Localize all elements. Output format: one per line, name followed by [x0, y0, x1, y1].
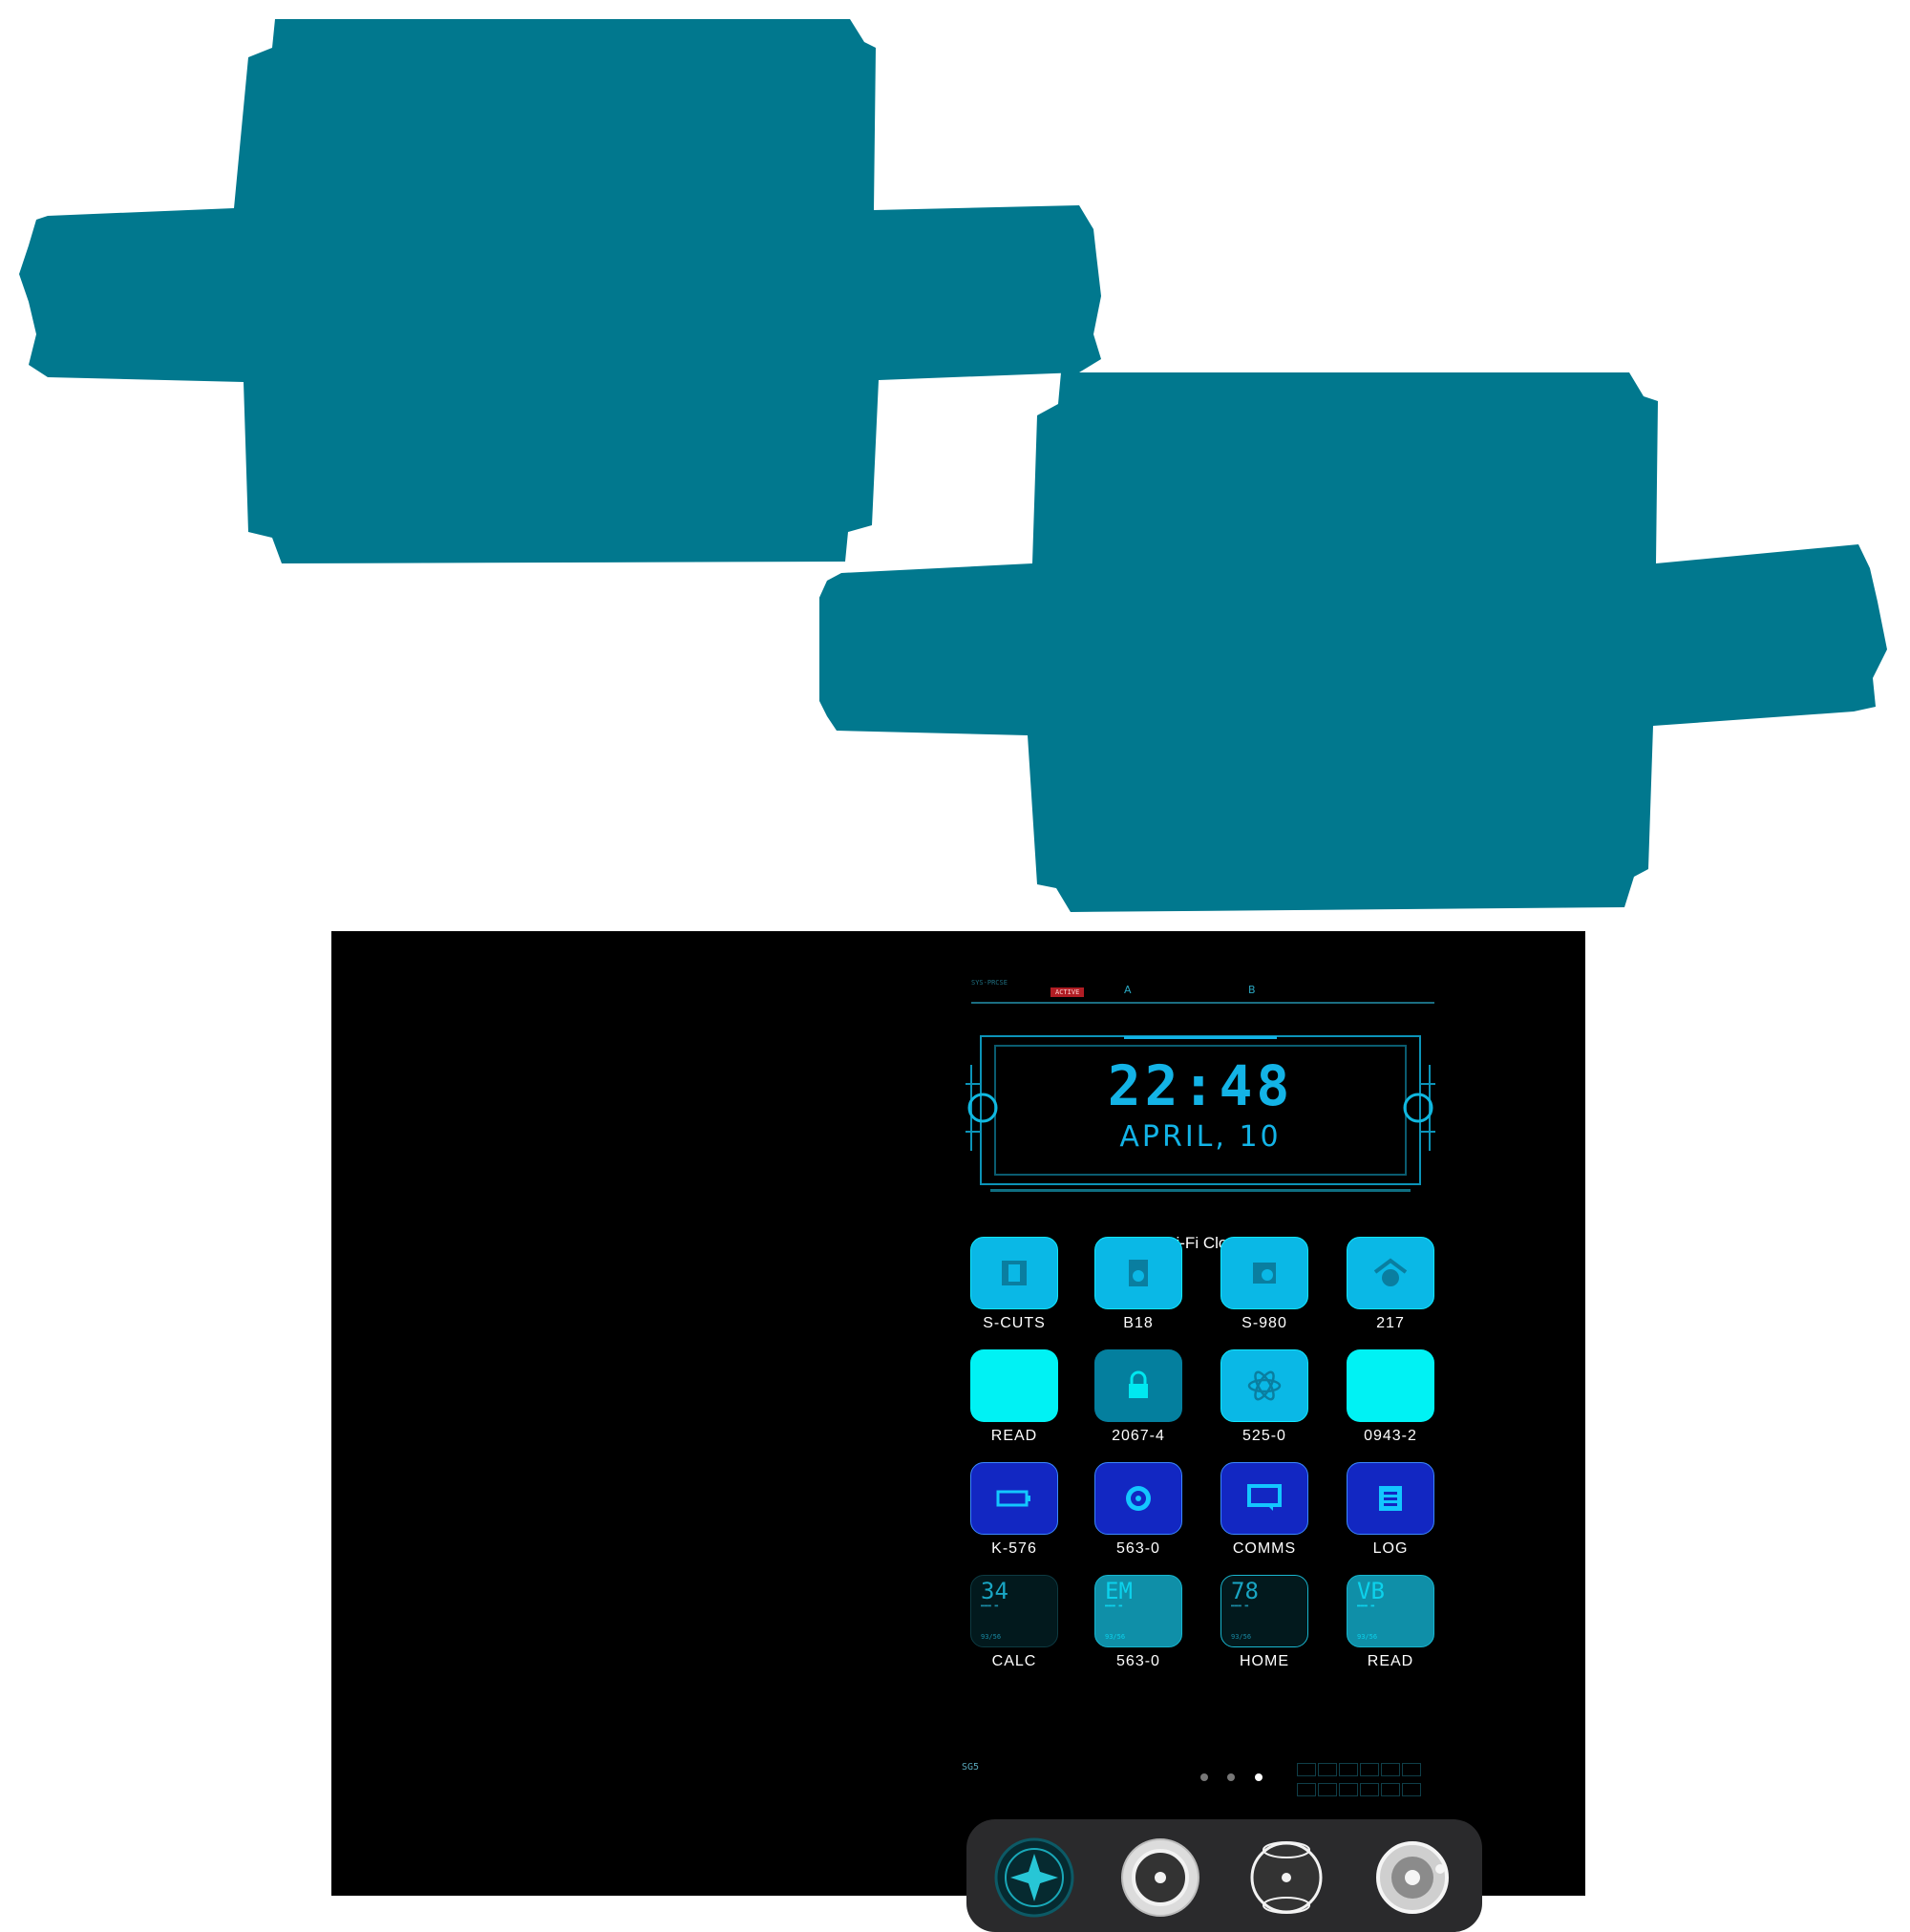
app-read-b[interactable]: VB ▬▬▬ ▬ 93/56 READ — [1338, 1575, 1443, 1670]
compass-icon[interactable] — [993, 1836, 1075, 1919]
app-label: READ — [1367, 1653, 1414, 1669]
status-ruler — [971, 1002, 1434, 1004]
app-label: B18 — [1123, 1315, 1154, 1331]
app-label: 563-0 — [1116, 1653, 1160, 1669]
status-tag: SYS-PRCSE — [971, 979, 1008, 987]
marker-a: A — [1124, 984, 1132, 996]
home-icon — [1347, 1237, 1434, 1309]
clock-widget[interactable]: 22:48 APRIL, 10 Sci-Fi Clock — [962, 1008, 1439, 1252]
mini-readout — [1296, 1762, 1422, 1802]
app-label: S-980 — [1242, 1315, 1287, 1331]
atom-icon — [1220, 1349, 1308, 1422]
gyro-icon[interactable] — [1245, 1836, 1327, 1919]
app-label: S-CUTS — [983, 1315, 1046, 1331]
app-label: LOG — [1372, 1540, 1409, 1557]
counter-34-icon: 34 ▬▬▬ ▬ 93/56 — [970, 1575, 1058, 1647]
orbit-icon[interactable] — [1371, 1836, 1454, 1919]
lock-icon — [1094, 1349, 1182, 1422]
app-label: 563-0 — [1116, 1540, 1160, 1557]
film-icon — [970, 1237, 1058, 1309]
app-read[interactable]: READ — [962, 1349, 1067, 1445]
list-icon — [1347, 1462, 1434, 1535]
disc-icon — [1094, 1462, 1182, 1535]
chat-icon — [1220, 1462, 1308, 1535]
clock-date: APRIL, 10 — [1119, 1120, 1282, 1154]
app-563-0[interactable]: 563-0 — [1086, 1462, 1191, 1558]
app-label: 2067-4 — [1112, 1428, 1165, 1444]
app-log[interactable]: LOG — [1338, 1462, 1443, 1558]
info-row: SG5 — [962, 1762, 1458, 1810]
camera-icon — [1220, 1237, 1308, 1309]
app-k-576[interactable]: K-576 — [962, 1462, 1067, 1558]
page-dot[interactable] — [1227, 1773, 1236, 1781]
app-label: HOME — [1240, 1653, 1289, 1669]
hero-shape-2 — [819, 372, 1908, 917]
counter-em-icon: EM ▬▬▬ ▬ 93/56 — [1094, 1575, 1182, 1647]
app-label: 0943-2 — [1364, 1428, 1417, 1444]
blank-icon — [1347, 1349, 1434, 1422]
phone-home-screen: SYS-PRCSE ACTIVE A B 22:48 APRIL, 10 Sci… — [331, 931, 1585, 1932]
app-label: 217 — [1376, 1315, 1405, 1331]
active-badge: ACTIVE — [1050, 987, 1085, 997]
app-s-cuts[interactable]: S-CUTS — [962, 1237, 1067, 1332]
app-2067-4[interactable]: 2067-4 — [1086, 1349, 1191, 1445]
counter-vb-icon: VB ▬▬▬ ▬ 93/56 — [1347, 1575, 1434, 1647]
app-comms[interactable]: COMMS — [1212, 1462, 1317, 1558]
counter-78-icon: 78 ▬▬▬ ▬ 93/56 — [1220, 1575, 1308, 1647]
clock-time: 22:48 — [1107, 1053, 1294, 1118]
app-label: 525-0 — [1242, 1428, 1286, 1444]
speaker-icon — [1094, 1237, 1182, 1309]
app-563-0-b[interactable]: EM ▬▬▬ ▬ 93/56 563-0 — [1086, 1575, 1191, 1670]
app-0943-2[interactable]: 0943-2 — [1338, 1349, 1443, 1445]
page-dot[interactable] — [1200, 1773, 1208, 1781]
app-s-980[interactable]: S-980 — [1212, 1237, 1317, 1332]
app-label: COMMS — [1232, 1540, 1297, 1557]
page-dot-active[interactable] — [1254, 1773, 1263, 1781]
app-b18[interactable]: B18 — [1086, 1237, 1191, 1332]
app-calc[interactable]: 34 ▬▬▬ ▬ 93/56 CALC — [962, 1575, 1067, 1670]
app-217[interactable]: 217 — [1338, 1237, 1443, 1332]
battery-icon — [970, 1462, 1058, 1535]
app-home[interactable]: 78 ▬▬▬ ▬ 93/56 HOME — [1212, 1575, 1317, 1670]
app-label: READ — [990, 1428, 1038, 1444]
sg-tag: SG5 — [962, 1762, 980, 1773]
radar-icon[interactable] — [1119, 1836, 1201, 1919]
page-indicator[interactable] — [1193, 1769, 1270, 1786]
home-screen-content: SYS-PRCSE ACTIVE A B 22:48 APRIL, 10 Sci… — [962, 979, 1482, 1932]
app-label: K-576 — [991, 1540, 1037, 1557]
app-525-0[interactable]: 525-0 — [1212, 1349, 1317, 1445]
app-label: CALC — [991, 1653, 1037, 1669]
marker-b: B — [1248, 984, 1256, 996]
blank-icon — [970, 1349, 1058, 1422]
dock — [966, 1819, 1482, 1932]
